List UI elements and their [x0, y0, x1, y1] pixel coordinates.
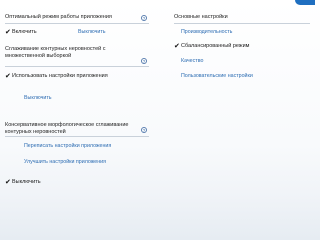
option-label: Использовать настройки приложения — [12, 73, 108, 79]
checkmark-icon: ✔ — [5, 73, 11, 80]
option-label: Включить — [12, 29, 37, 35]
help-icon[interactable]: ? — [141, 127, 147, 133]
section-divider — [5, 23, 149, 24]
preset-balanced-option[interactable]: ✔ Сбалансированный режим — [174, 43, 249, 50]
mlaa-enhance-link[interactable]: Улучшить настройки приложения — [24, 159, 106, 166]
window-accent-tab — [295, 0, 315, 5]
checkmark-icon: ✔ — [5, 179, 11, 186]
mlaa-disable-option[interactable]: ✔ Выключить — [5, 179, 41, 186]
preset-custom-link[interactable]: Пользовательские настройки — [181, 73, 253, 80]
help-icon[interactable]: ? — [141, 58, 147, 64]
help-icon[interactable]: ? — [141, 15, 147, 21]
msaa-disable-link[interactable]: Выключить — [24, 95, 52, 102]
msaa-app-settings-option[interactable]: ✔ Использовать настройки приложения — [5, 73, 108, 80]
perf-mode-enable-option[interactable]: ✔ Включить — [5, 29, 37, 36]
perf-mode-disable-link[interactable]: Выключить — [78, 29, 106, 36]
preset-performance-link[interactable]: Производительность — [181, 29, 232, 36]
basic-settings-title: Основные настройки — [174, 14, 228, 20]
checkmark-icon: ✔ — [174, 43, 180, 50]
preset-quality-link[interactable]: Качество — [181, 58, 203, 65]
mlaa-override-link[interactable]: Переписать настройки приложения — [24, 143, 111, 150]
checkmark-icon: ✔ — [5, 29, 11, 36]
section-divider — [5, 66, 149, 67]
option-label: Выключить — [12, 179, 41, 185]
section-divider — [174, 23, 310, 24]
perf-mode-title: Оптимальный режим работы приложения — [5, 14, 112, 20]
section-divider — [5, 136, 149, 137]
option-label: Сбалансированный режим — [181, 43, 250, 49]
msaa-title: Сглаживание контурных неровностей с множ… — [5, 46, 106, 59]
mlaa-title: Консервативное морфологическое сглаживан… — [5, 122, 129, 135]
